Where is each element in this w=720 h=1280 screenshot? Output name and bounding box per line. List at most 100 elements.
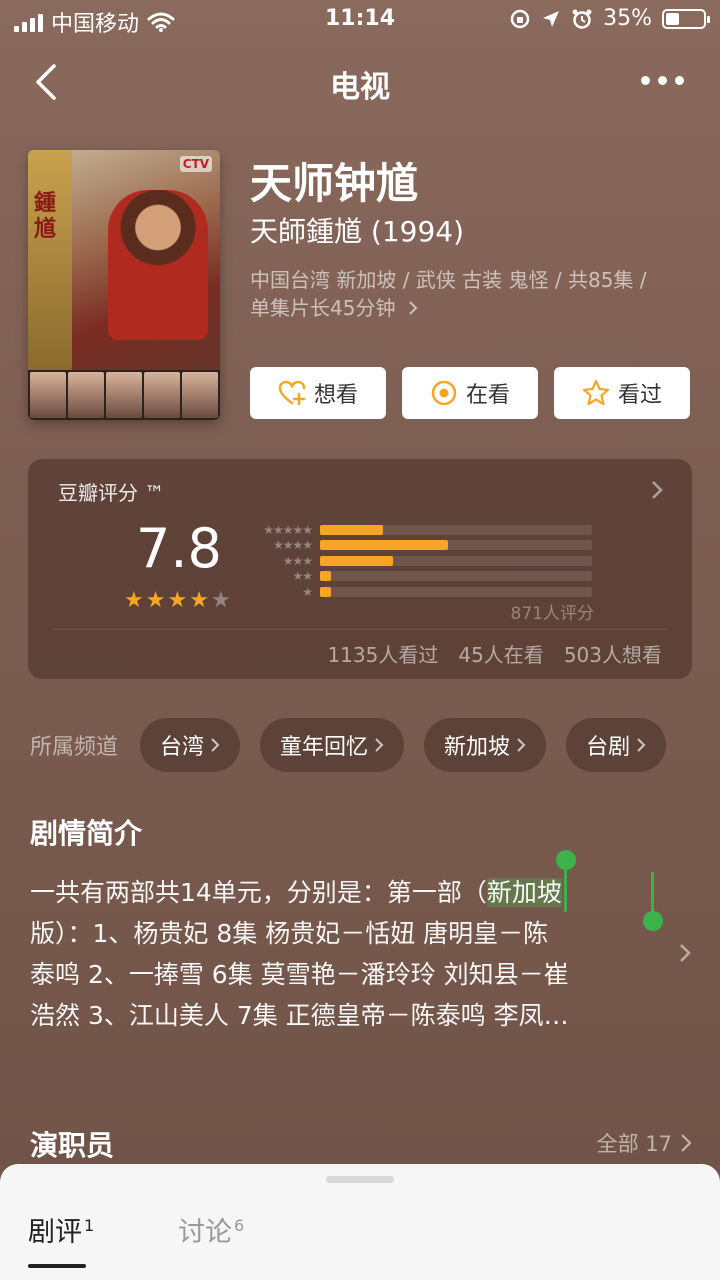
battery-percent: 35%: [603, 6, 652, 31]
channels-label: 所属频道: [30, 735, 119, 760]
rating-bar-stars: ★★★★★: [263, 522, 313, 537]
target-circle-icon: [431, 380, 457, 406]
want-count: 503人想看: [563, 643, 662, 667]
watched-label: 看过: [617, 383, 662, 408]
screen: 中国移动 11:14 35% 电视 鍾馗 CTV 天师钟馗 天師鍾馗 (1994…: [0, 0, 720, 1280]
watching-label: 在看: [465, 383, 510, 408]
selection-end-bar: [651, 872, 654, 914]
poster-cast-faces: [28, 370, 220, 420]
poster-side-text: 鍾馗: [34, 190, 57, 242]
rating-bar-fill: [320, 571, 331, 582]
cast-all-link[interactable]: 全部 17: [597, 1128, 692, 1158]
star-filled-icon: ★: [189, 588, 209, 613]
sheet-drag-handle[interactable]: [326, 1176, 394, 1183]
synopsis-line-3: 泰鸣 2、一捧雪 6集 莫雪艳－潘玲玲 刘知县－崔: [30, 960, 569, 989]
chevron-right-icon: [517, 738, 526, 752]
synopsis-line-2: 版）：1、杨贵妃 8集 杨贵妃－恬妞 唐明皇－陈: [30, 919, 549, 948]
poster-brand-logo: CTV: [179, 156, 212, 172]
watched-count: 1135人看过: [327, 643, 439, 667]
heart-plus-icon: [278, 380, 306, 406]
alarm-icon: [572, 9, 592, 29]
rating-bar-track: [320, 540, 592, 551]
tab-discussions[interactable]: 讨论 6: [178, 1210, 244, 1249]
poster-image[interactable]: 鍾馗 CTV: [28, 150, 220, 420]
battery-icon: [662, 8, 710, 29]
rating-bar-row: ★★★★: [246, 538, 592, 554]
show-title: 天师钟馗: [250, 159, 419, 208]
chevron-right-icon: [409, 301, 418, 315]
star-filled-icon: ★: [167, 588, 188, 613]
bottom-sheet[interactable]: 剧评 1 讨论 6: [0, 1164, 720, 1280]
action-buttons: 想看 在看 看过: [250, 367, 690, 419]
tab-reviews-count: 1: [84, 1216, 95, 1235]
rating-divider: [52, 629, 668, 630]
watching-count: 45人在看: [458, 643, 544, 667]
chevron-right-icon: [637, 738, 646, 752]
nav-bar: 电视: [0, 50, 720, 114]
star-empty-icon: ★: [210, 588, 231, 613]
rating-score: 7.8: [136, 517, 222, 580]
star-outline-icon: [582, 379, 610, 406]
rating-stats: 1135人看过 45人在看 503人想看: [327, 639, 662, 668]
page-title: 电视: [330, 70, 390, 105]
rating-count: 871人评分: [510, 604, 594, 624]
selection-end-handle[interactable]: [643, 911, 663, 931]
channels-row: 所属频道 台湾 童年回忆 新加坡 台剧: [30, 718, 720, 772]
battery-level: [666, 12, 679, 25]
chevron-right-icon: [652, 481, 663, 499]
star-filled-icon: ★: [124, 588, 144, 613]
channel-chip-childhood[interactable]: 童年回忆: [260, 718, 405, 772]
star-filled-icon: ★: [145, 588, 166, 613]
meta-line-2: 单集片长45分钟: [250, 294, 690, 322]
rating-stars: ★ ★ ★ ★ ★: [124, 589, 231, 613]
meta-line-1: 中国台湾 新加坡 / 武侠 古装 鬼怪 / 共85集 /: [250, 268, 647, 292]
status-bar: 中国移动 11:14 35%: [0, 0, 720, 40]
channel-chip-taiwan[interactable]: 台湾: [140, 718, 241, 772]
chevron-right-icon[interactable]: [678, 942, 692, 964]
watching-button[interactable]: 在看: [402, 367, 538, 419]
watched-button[interactable]: 看过: [554, 367, 690, 419]
chevron-right-icon: [681, 1134, 692, 1152]
rating-bar-fill: [320, 555, 394, 566]
rating-bar-row: ★★★★★: [246, 522, 592, 538]
rating-bar-fill: [320, 524, 383, 535]
selection-start-handle[interactable]: [556, 850, 576, 870]
poster-title-strip: [28, 150, 72, 370]
tab-reviews[interactable]: 剧评 1: [28, 1210, 94, 1249]
location-icon: [543, 10, 560, 27]
cast-title: 演职员: [30, 1129, 115, 1162]
rating-bar-track: [320, 524, 592, 535]
rating-bar-track: [320, 571, 592, 582]
more-dots-icon[interactable]: [641, 76, 684, 85]
chevron-right-icon: [211, 738, 220, 752]
rating-bar-stars: ★: [302, 584, 313, 599]
rating-bar-track: [320, 586, 592, 597]
rating-bar-fill: [320, 586, 331, 597]
show-original-title: 天師鍾馗 (1994): [250, 215, 465, 248]
rating-bar-fill: [320, 540, 448, 551]
rating-label: 豆瓣评分 ™: [58, 481, 165, 505]
rating-bar-row: ★★: [246, 569, 592, 585]
tab-discussions-count: 6: [234, 1216, 245, 1235]
synopsis-title: 剧情简介: [30, 817, 143, 850]
chevron-right-icon: [375, 738, 384, 752]
rotation-lock-icon: [510, 9, 530, 28]
rating-bar-track: [320, 555, 592, 566]
channel-chip-taiwan-drama[interactable]: 台剧: [566, 718, 667, 772]
want-label: 想看: [313, 383, 358, 408]
rating-bar-row: ★★★: [246, 553, 592, 569]
rating-bar-stars: ★★★: [282, 553, 313, 568]
rating-bar-stars: ★★★★: [272, 538, 313, 553]
rating-bar-row: ★: [246, 584, 592, 600]
rating-card[interactable]: 豆瓣评分 ™ 7.8 ★ ★ ★ ★ ★ ★★★★★ ★★★★ ★★★ ★★ ★ 871人评分 …: [28, 459, 692, 679]
want-button[interactable]: 想看: [250, 367, 386, 419]
show-meta[interactable]: 中国台湾 新加坡 / 武侠 古装 鬼怪 / 共85集 / 单集片长45分钟: [250, 266, 690, 322]
rating-distribution: ★★★★★ ★★★★ ★★★ ★★ ★: [246, 522, 592, 600]
text-selection[interactable]: 新加坡: [486, 878, 562, 907]
synopsis-line-4: 浩然 3、江山美人 7集 正德皇帝－陈泰鸣 李凤…: [30, 1001, 569, 1030]
selection-start-bar: [564, 870, 567, 912]
channel-chip-singapore[interactable]: 新加坡: [424, 718, 547, 772]
status-right: 35%: [509, 6, 710, 31]
poster-figure: [108, 190, 208, 340]
rating-bar-stars: ★★: [292, 569, 313, 584]
